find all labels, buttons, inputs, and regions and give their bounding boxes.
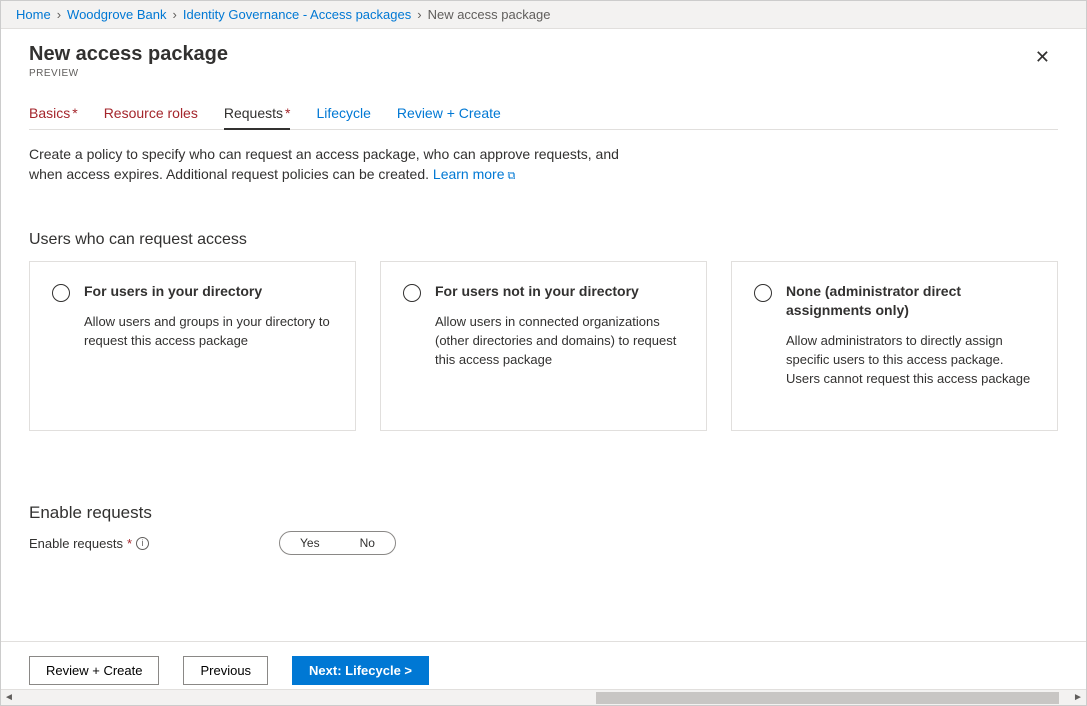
page-title: New access package [29,43,228,66]
section-users-request: Users who can request access [29,231,1058,249]
radio-icon [403,284,421,302]
chevron-right-icon: › [417,7,421,22]
card-none-admin[interactable]: None (administrator direct assignments o… [731,261,1058,431]
info-icon[interactable]: i [136,537,149,550]
breadcrumb-link[interactable]: Woodgrove Bank [67,7,167,22]
scroll-track[interactable] [17,691,1070,705]
radio-icon [754,284,772,302]
tab-review-create[interactable]: Review + Create [397,105,501,129]
enable-requests-toggle[interactable]: Yes No [279,531,396,555]
horizontal-scrollbar[interactable]: ◄ ► [1,689,1086,705]
breadcrumb-current: New access package [428,7,551,22]
card-users-in-directory[interactable]: For users in your directory Allow users … [29,261,356,431]
toggle-no[interactable]: No [340,532,395,554]
card-desc: Allow users in connected organizations (… [435,313,684,370]
toggle-yes[interactable]: Yes [280,532,340,554]
tabs-bar: Basics* Resource roles Requests* Lifecyc… [29,105,1058,130]
request-option-cards: For users in your directory Allow users … [29,261,1058,431]
review-create-button[interactable]: Review + Create [29,656,159,685]
next-button[interactable]: Next: Lifecycle > [292,656,429,685]
learn-more-link[interactable]: Learn more⧉ [433,166,515,182]
close-icon: ✕ [1035,47,1050,67]
scroll-thumb[interactable] [596,692,1059,704]
close-button[interactable]: ✕ [1027,43,1058,72]
card-title: For users in your directory [84,282,333,301]
tab-resource-roles[interactable]: Resource roles [104,105,198,129]
tab-requests[interactable]: Requests* [224,105,291,129]
tab-lifecycle[interactable]: Lifecycle [316,105,370,129]
scroll-right-icon[interactable]: ► [1070,692,1086,703]
breadcrumb: Home › Woodgrove Bank › Identity Governa… [1,1,1086,29]
breadcrumb-link[interactable]: Home [16,7,51,22]
scroll-left-icon[interactable]: ◄ [1,692,17,703]
chevron-right-icon: › [57,7,61,22]
preview-label: PREVIEW [29,68,228,79]
section-enable-requests: Enable requests [29,503,1058,523]
card-title: For users not in your directory [435,282,684,301]
chevron-right-icon: › [173,7,177,22]
footer-actions: Review + Create Previous Next: Lifecycle… [1,641,1086,685]
enable-requests-label: Enable requests * i [29,536,279,551]
card-users-not-in-directory[interactable]: For users not in your directory Allow us… [380,261,707,431]
enable-requests-row: Enable requests * i Yes No [29,531,1058,555]
breadcrumb-link[interactable]: Identity Governance - Access packages [183,7,411,22]
card-desc: Allow administrators to directly assign … [786,332,1035,389]
tab-basics[interactable]: Basics* [29,105,78,129]
radio-icon [52,284,70,302]
card-title: None (administrator direct assignments o… [786,282,1035,320]
card-desc: Allow users and groups in your directory… [84,313,333,351]
external-link-icon: ⧉ [508,170,516,182]
tab-description: Create a policy to specify who can reque… [29,144,649,185]
previous-button[interactable]: Previous [183,656,268,685]
page-header: New access package PREVIEW ✕ [1,29,1086,79]
